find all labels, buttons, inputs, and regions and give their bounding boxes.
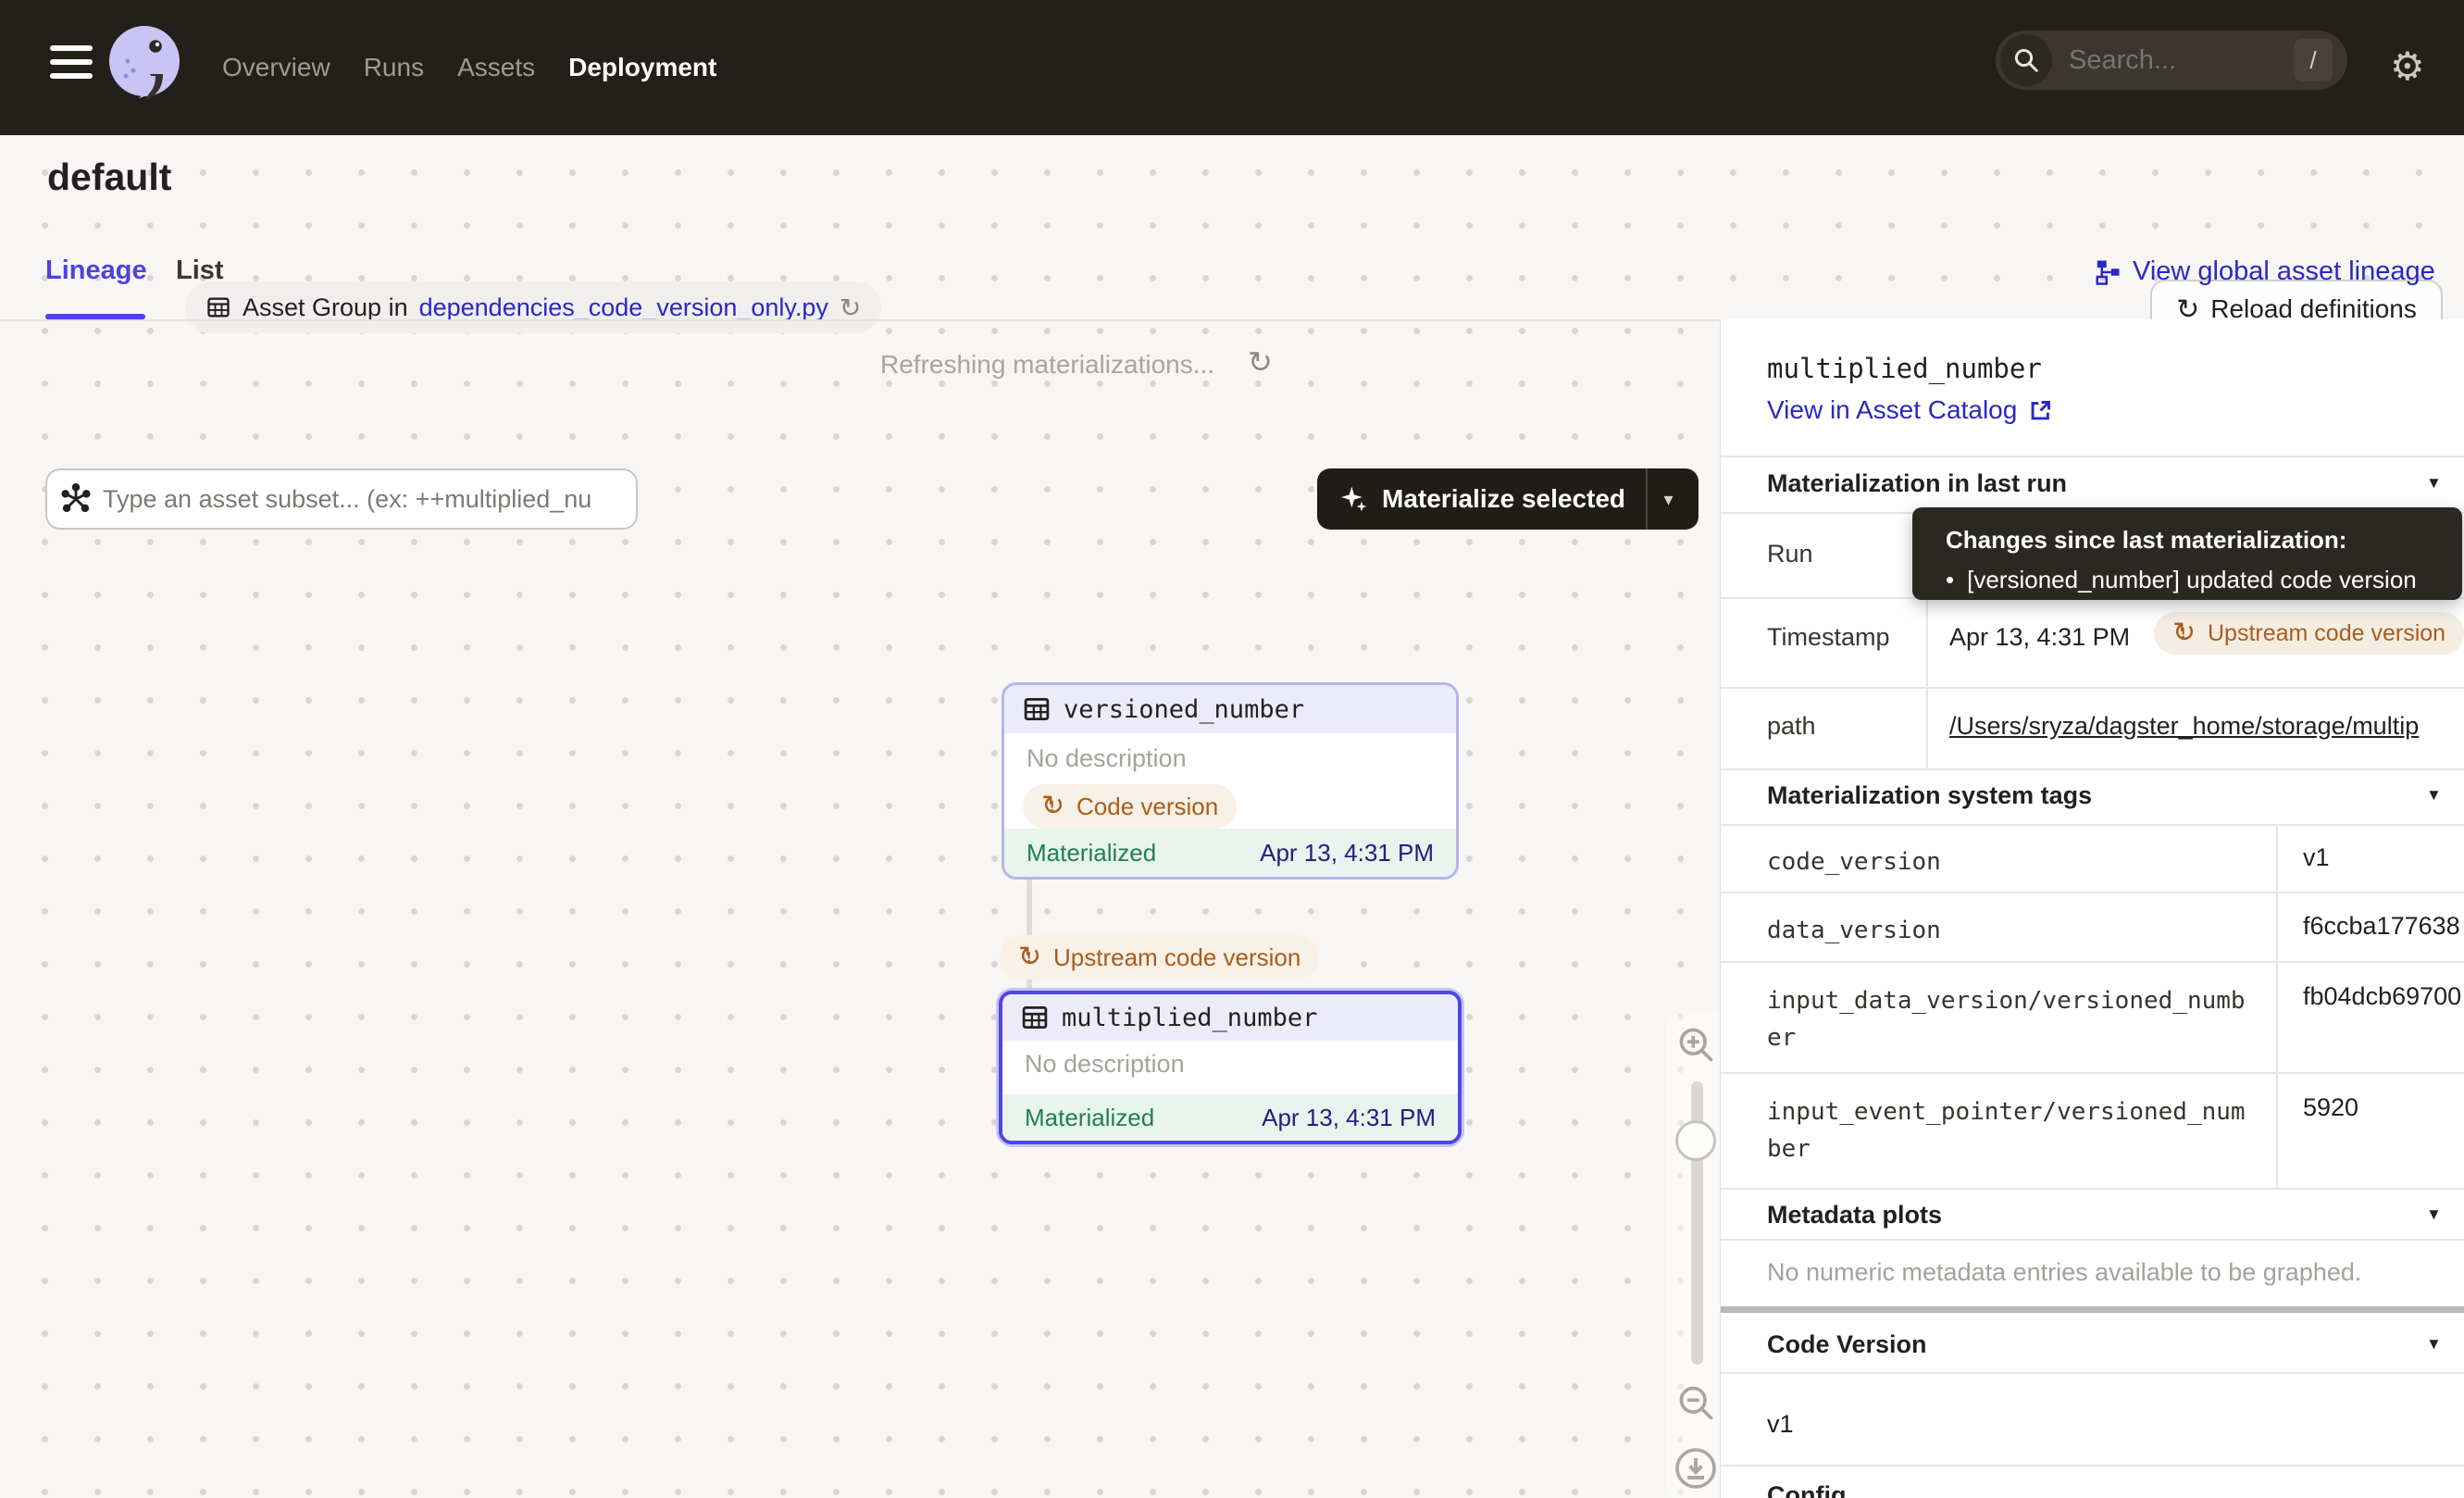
page-title: default xyxy=(47,156,171,199)
asset-node-multiplied-number-halo: multiplied_number No description Materia… xyxy=(996,988,1464,1147)
upstream-code-version-badge: ↻! Upstream code version xyxy=(1000,935,1319,980)
asset-description: No description xyxy=(1002,1041,1458,1079)
global-search[interactable]: / xyxy=(1996,31,2347,90)
chevron-down-icon[interactable]: ▼ xyxy=(2426,1335,2442,1354)
materialize-selected-button[interactable]: Materialize selected ▾ xyxy=(1317,468,1699,530)
section-code-version: Code Version xyxy=(1767,1330,1927,1359)
materialized-timestamp: Apr 13, 4:31 PM xyxy=(1260,839,1434,868)
upstream-code-version-badge: ↻! Upstream code version xyxy=(2154,612,2464,655)
tooltip-item: • [versioned_number] updated code versio… xyxy=(1946,566,2462,594)
external-link-icon xyxy=(2028,398,2053,423)
chevron-down-icon[interactable]: ▼ xyxy=(2426,1205,2442,1224)
hamburger-menu-icon[interactable] xyxy=(50,45,93,87)
path-row-label: path xyxy=(1767,712,1816,741)
download-image-button[interactable] xyxy=(1674,1446,1718,1495)
tab-list[interactable]: List xyxy=(176,256,224,286)
section-config: Config xyxy=(1767,1481,1846,1498)
search-icon xyxy=(2000,34,2052,86)
timestamp-row-label: Timestamp xyxy=(1767,623,1890,652)
nav-runs[interactable]: Runs xyxy=(364,53,424,82)
section-system-tags: Materialization system tags xyxy=(1767,781,2092,810)
asset-table-icon xyxy=(1021,1004,1049,1031)
code-version-badge: ↻! Code version xyxy=(1023,784,1237,829)
refresh-materializations-icon[interactable]: ↻ xyxy=(1248,344,1273,380)
asset-name: versioned_number xyxy=(1064,695,1304,724)
tag-value: 5920 xyxy=(2303,1093,2358,1122)
lineage-graph-icon xyxy=(2094,258,2122,286)
asset-description: No description xyxy=(1004,733,1456,773)
reload-group-icon[interactable]: ↻ xyxy=(840,293,861,323)
dagster-logo[interactable] xyxy=(106,24,189,118)
run-row-label: Run xyxy=(1767,540,1813,568)
asset-table-icon xyxy=(1023,695,1051,723)
asset-group-file-link[interactable]: dependencies_code_version_only.py xyxy=(419,293,828,322)
section-metadata-plots: Metadata plots xyxy=(1767,1201,1942,1230)
panel-resize-handle[interactable] xyxy=(1721,1306,2464,1313)
code-version-changed-icon: ↻! xyxy=(2172,618,2198,649)
path-value-link[interactable]: /Users/sryza/dagster_home/storage/multip xyxy=(1949,712,2464,741)
tooltip-title: Changes since last materialization: xyxy=(1946,526,2462,555)
top-navigation-bar: Overview Runs Assets Deployment / ⚙ xyxy=(0,0,2464,135)
view-global-lineage-link[interactable]: View global asset lineage xyxy=(2094,256,2435,287)
tag-key: input_data_version/versioned_number xyxy=(1767,982,2258,1056)
timestamp-value: Apr 13, 4:31 PM xyxy=(1949,623,2130,652)
asset-selector-icon xyxy=(60,483,92,515)
search-shortcut-key: / xyxy=(2294,39,2333,81)
asset-node-versioned-number[interactable]: versioned_number No description ↻! Code … xyxy=(1002,682,1459,880)
panel-asset-title: multiplied_number xyxy=(1767,353,2042,384)
chevron-down-icon[interactable]: ▼ xyxy=(2426,474,2442,493)
zoom-out-button[interactable] xyxy=(1675,1382,1716,1428)
asset-subset-input[interactable] xyxy=(101,484,623,515)
asset-subset-filter[interactable] xyxy=(45,468,638,530)
sparkle-icon xyxy=(1339,484,1369,514)
code-version-value: v1 xyxy=(1767,1410,1794,1439)
asset-node-multiplied-number[interactable]: multiplied_number No description Materia… xyxy=(999,991,1462,1144)
tag-value: fb04dcb69700 xyxy=(2303,982,2461,1011)
section-materialization-last-run: Materialization in last run xyxy=(1767,469,2067,498)
nav-overview[interactable]: Overview xyxy=(222,53,330,82)
asset-group-icon xyxy=(205,294,231,320)
asset-details-panel: multiplied_number View in Asset Catalog … xyxy=(1720,319,2464,1498)
asset-group-breadcrumb: Asset Group in dependencies_code_version… xyxy=(185,281,881,333)
tag-key: code_version xyxy=(1767,843,2258,880)
refreshing-status: Refreshing materializations... xyxy=(880,350,1214,380)
code-version-changed-icon: ↻! xyxy=(1018,942,1044,973)
asset-name: multiplied_number xyxy=(1062,1004,1317,1032)
tag-key: data_version xyxy=(1767,912,2258,949)
zoom-in-button[interactable] xyxy=(1675,1024,1716,1069)
materialized-status: Materialized xyxy=(1025,1104,1154,1132)
view-in-asset-catalog-link[interactable]: View in Asset Catalog xyxy=(1767,395,2053,425)
chevron-down-icon[interactable]: ▼ xyxy=(2426,786,2442,805)
nav-assets[interactable]: Assets xyxy=(457,53,535,82)
dagster-app: Overview Runs Assets Deployment / ⚙ defa… xyxy=(0,0,2464,1498)
tag-key: input_event_pointer/versioned_number xyxy=(1767,1093,2258,1167)
materialized-status: Materialized xyxy=(1027,839,1156,868)
button-divider xyxy=(1646,468,1648,530)
zoom-slider-handle[interactable] xyxy=(1675,1120,1716,1161)
tag-value: f6ccba177638 xyxy=(2303,912,2460,941)
nav-deployment[interactable]: Deployment xyxy=(568,53,716,82)
materialized-timestamp: Apr 13, 4:31 PM xyxy=(1262,1104,1436,1132)
code-version-changed-icon: ↻! xyxy=(1041,791,1067,822)
tab-lineage[interactable]: Lineage xyxy=(45,256,147,286)
changes-tooltip: Changes since last materialization: • [v… xyxy=(1912,507,2462,600)
metadata-plots-empty: No numeric metadata entries available to… xyxy=(1767,1258,2361,1287)
search-input[interactable] xyxy=(2067,44,2256,77)
asset-group-prefix: Asset Group in xyxy=(243,293,408,322)
settings-gear-icon[interactable]: ⚙ xyxy=(2390,46,2425,87)
tag-value: v1 xyxy=(2303,843,2330,872)
materialize-dropdown-caret[interactable]: ▾ xyxy=(1664,488,1674,511)
